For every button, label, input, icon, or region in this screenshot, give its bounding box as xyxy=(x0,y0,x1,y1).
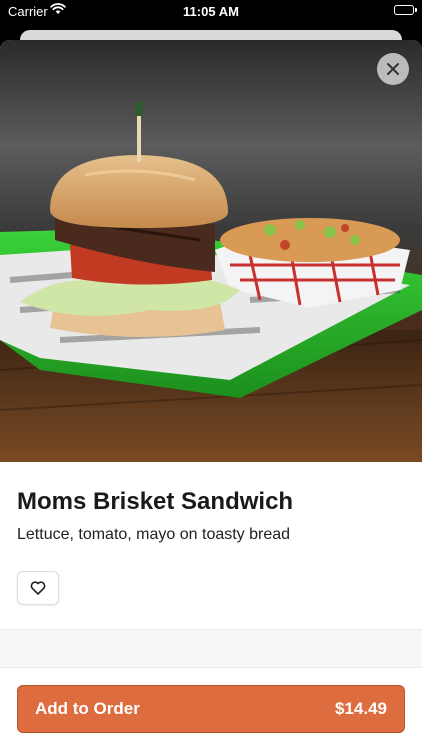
item-price: $14.49 xyxy=(335,699,387,718)
status-bar: Carrier 11:05 AM xyxy=(0,0,422,24)
clock: 11:05 AM xyxy=(183,4,239,19)
add-to-order-label: Add to Order xyxy=(35,699,140,718)
close-button[interactable] xyxy=(377,53,409,85)
favorite-button[interactable] xyxy=(17,571,59,605)
heart-icon xyxy=(30,581,46,595)
item-title: Moms Brisket Sandwich xyxy=(17,488,294,515)
item-description: Lettuce, tomato, mayo on toasty bread xyxy=(17,526,291,543)
item-detail-sheet: Moms Brisket Sandwich Lettuce, tomato, m… xyxy=(0,40,422,750)
close-icon xyxy=(387,63,399,75)
battery-icon xyxy=(394,5,417,15)
add-to-order-button[interactable]: Add to Order $14.49 xyxy=(17,685,405,733)
section-divider xyxy=(0,629,422,668)
food-photo xyxy=(0,40,422,462)
